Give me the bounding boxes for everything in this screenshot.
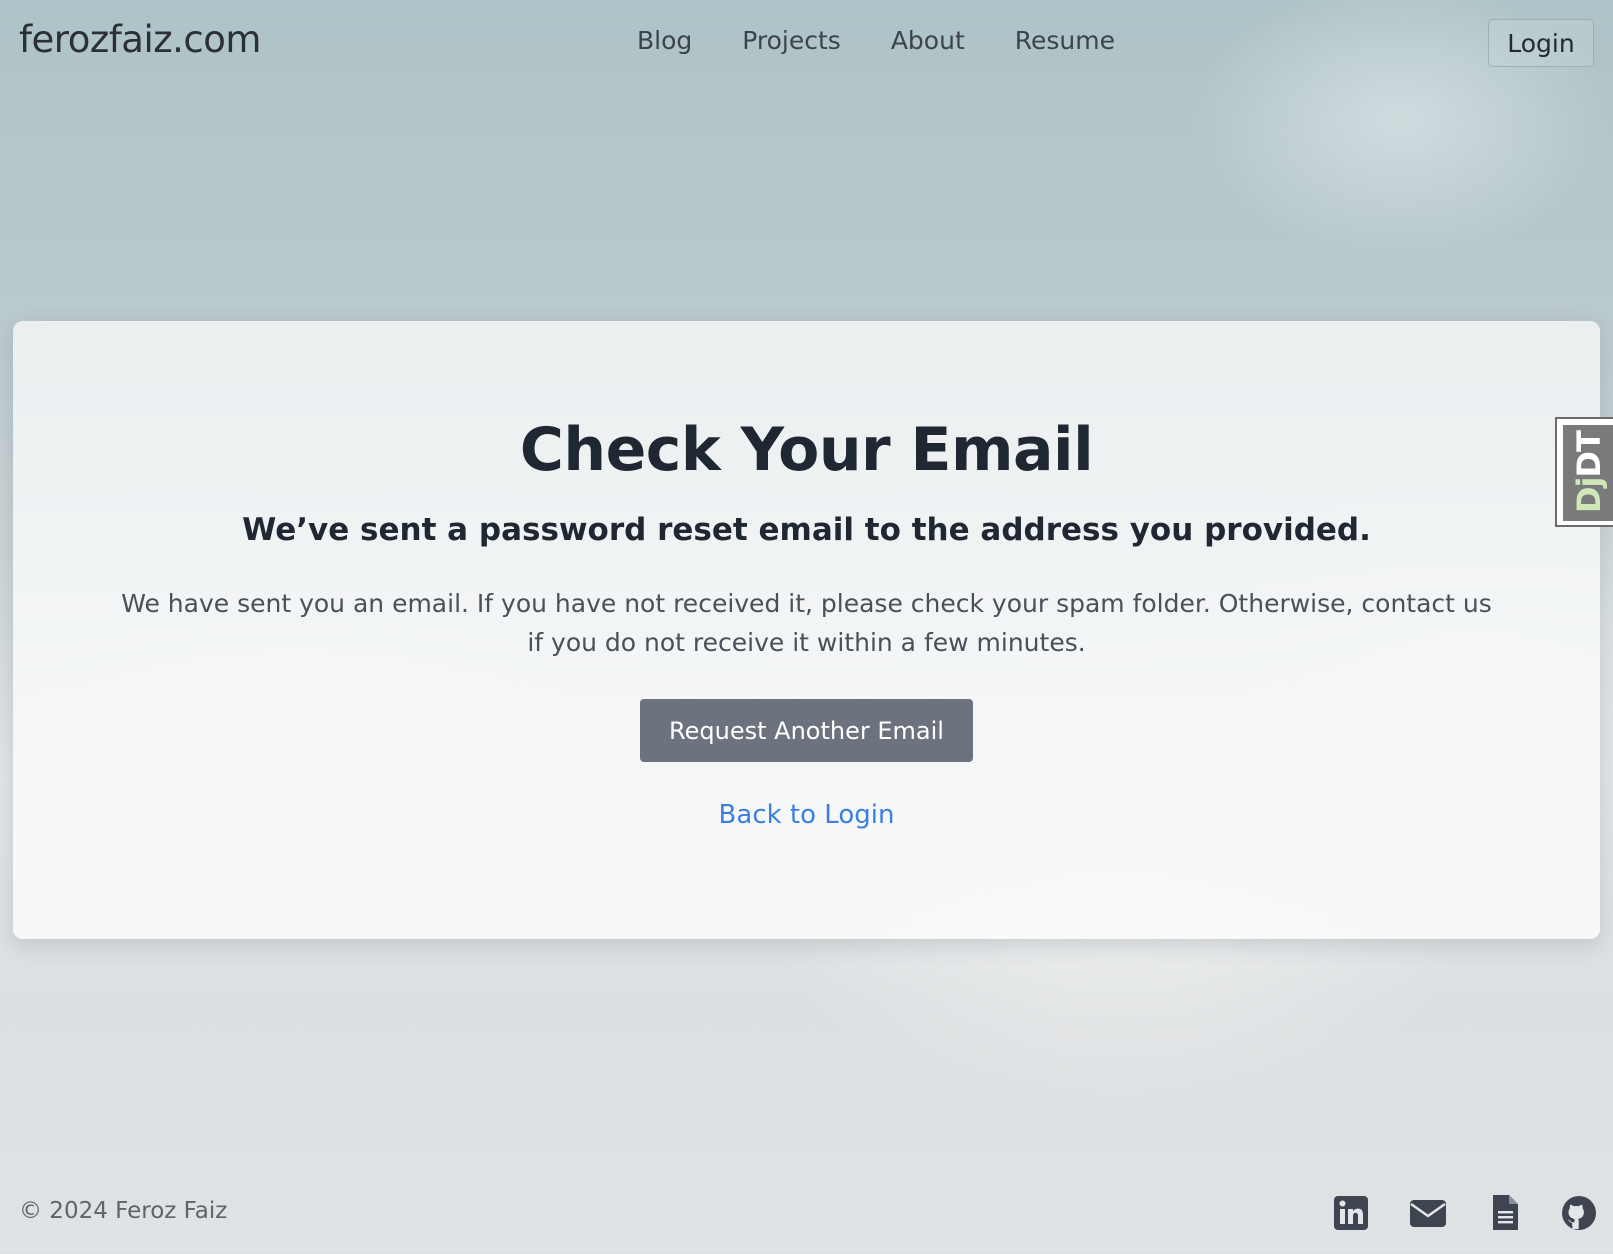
instructions-text: We have sent you an email. If you have n… xyxy=(121,589,1492,657)
document-icon[interactable] xyxy=(1485,1193,1525,1233)
nav-item-about[interactable]: About xyxy=(891,26,965,55)
nav-item-projects[interactable]: Projects xyxy=(742,26,841,55)
copyright-text: © 2024 Feroz Faiz xyxy=(19,1198,228,1224)
nav-item-resume[interactable]: Resume xyxy=(1015,26,1115,55)
debug-toolbar-badge: DjDT xyxy=(1563,425,1613,521)
page-subtitle: We’ve sent a password reset email to the… xyxy=(242,512,1371,548)
email-icon[interactable] xyxy=(1408,1193,1448,1233)
site-header: ferozfaiz.com Blog Projects About Resume… xyxy=(0,0,1613,88)
github-icon-graphic xyxy=(1562,1196,1596,1230)
nav-item-blog[interactable]: Blog xyxy=(637,26,692,55)
linkedin-icon[interactable] xyxy=(1331,1193,1371,1233)
login-button[interactable]: Login xyxy=(1488,19,1594,67)
back-to-login-link[interactable]: Back to Login xyxy=(0,800,1613,830)
debug-toolbar-label: DjDT xyxy=(1570,431,1608,513)
github-icon[interactable] xyxy=(1559,1193,1599,1233)
brand-logo[interactable]: ferozfaiz.com xyxy=(19,18,261,61)
main-nav: Blog Projects About Resume xyxy=(637,26,1115,55)
request-another-email-button[interactable]: Request Another Email xyxy=(640,699,973,762)
linkedin-icon-graphic xyxy=(1334,1196,1368,1230)
social-links xyxy=(1331,1193,1599,1233)
debug-toolbar-handle[interactable]: DjDT xyxy=(1555,417,1613,527)
email-icon-graphic xyxy=(1410,1200,1446,1227)
document-icon-graphic xyxy=(1493,1195,1518,1230)
page-title: Check Your Email xyxy=(519,415,1094,485)
